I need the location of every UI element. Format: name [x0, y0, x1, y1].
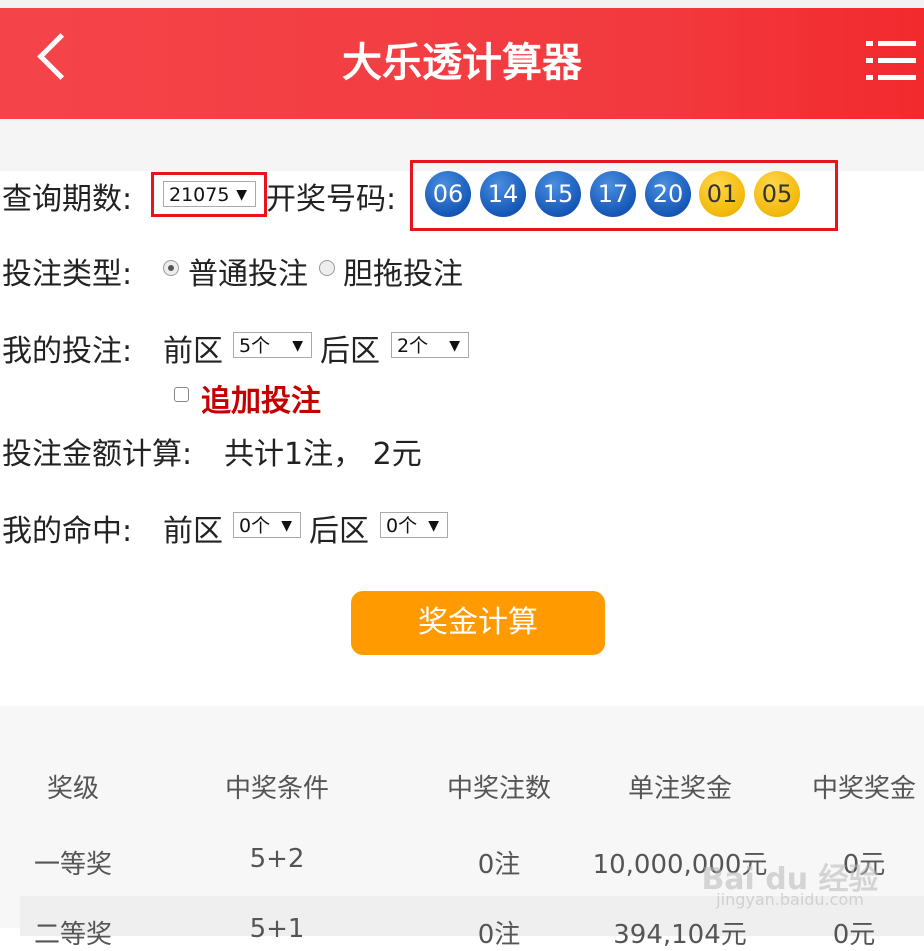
back-ball: 05: [754, 171, 800, 217]
watermark-url: jingyan.baidu.com: [716, 890, 864, 909]
front-ball: 14: [480, 171, 526, 217]
back-zone-label: 后区: [320, 334, 380, 369]
option-normal-bet[interactable]: 普通投注: [188, 249, 308, 293]
table-cell: 5+1: [249, 914, 305, 944]
amount-label: 投注金额计算:: [2, 437, 193, 472]
hit-front-label: 前区: [163, 514, 223, 549]
front-count-select[interactable]: 5个 ▼: [233, 332, 312, 358]
front-ball: 15: [535, 171, 581, 217]
period-highlight: [151, 172, 267, 217]
page-title: 大乐透计算器: [342, 40, 582, 86]
radio-dantuo-bet[interactable]: [319, 260, 335, 276]
table-cell: 二等奖: [33, 920, 112, 950]
draw-numbers-label: 开奖号码:: [266, 182, 397, 217]
hit-back-value: 0个: [386, 515, 418, 537]
table-cell: 一等奖: [33, 850, 112, 880]
my-bet-label: 我的投注:: [2, 334, 133, 369]
table-header: 中奖注数: [446, 774, 551, 804]
add-bet-label[interactable]: 追加投注: [201, 376, 321, 420]
chevron-down-icon: ▼: [428, 518, 439, 534]
table-cell: 5+2: [249, 844, 305, 874]
my-hits-label: 我的命中:: [2, 514, 133, 549]
option-dantuo-bet[interactable]: 胆拖投注: [343, 249, 463, 293]
add-bet-checkbox[interactable]: [174, 387, 189, 402]
chevron-down-icon: ▼: [281, 518, 292, 534]
calculate-prize-button[interactable]: 奖金计算: [351, 591, 605, 655]
menu-list-icon[interactable]: [866, 41, 916, 81]
front-count-value: 5个: [239, 335, 271, 357]
table-header: 中奖条件: [224, 774, 329, 804]
top-divider: [0, 0, 924, 8]
baidu-watermark: Bai du 经验 jingyan.baidu.com: [700, 828, 880, 928]
back-count-value: 2个: [397, 335, 429, 357]
table-header: 单注奖金: [627, 774, 732, 804]
front-ball: 17: [590, 171, 636, 217]
table-header: 奖级: [46, 774, 99, 804]
bet-type-label: 投注类型:: [2, 257, 133, 292]
back-count-select[interactable]: 2个 ▼: [391, 332, 469, 358]
hit-back-select[interactable]: 0个 ▼: [380, 512, 448, 538]
radio-normal-bet[interactable]: [163, 260, 179, 276]
amount-value: 共计1注， 2元: [224, 437, 422, 472]
back-ball: 01: [699, 171, 745, 217]
hit-front-select[interactable]: 0个 ▼: [233, 512, 301, 538]
chevron-down-icon: ▼: [292, 338, 303, 354]
front-ball: 06: [425, 171, 471, 217]
hit-back-label: 后区: [309, 514, 369, 549]
hit-front-value: 0个: [239, 515, 271, 537]
table-cell: 0注: [477, 920, 521, 950]
front-zone-label: 前区: [163, 334, 223, 369]
chevron-down-icon: ▼: [449, 338, 460, 354]
table-header: 中奖奖金: [811, 774, 916, 804]
table-cell: 0注: [477, 850, 521, 880]
front-ball: 20: [645, 171, 691, 217]
query-period-label: 查询期数:: [2, 182, 133, 217]
